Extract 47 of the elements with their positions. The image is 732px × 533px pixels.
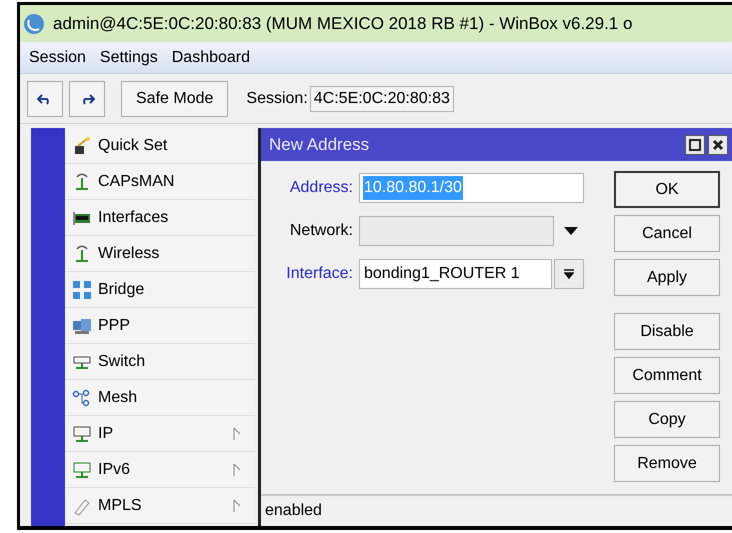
wand-icon — [72, 136, 92, 156]
dialog-button[interactable]: Cancel — [614, 215, 720, 252]
sidebar-item[interactable]: Bridge — [65, 272, 255, 308]
dropdown-button[interactable] — [554, 259, 584, 289]
network-plug-icon — [72, 460, 92, 480]
safe-mode-button[interactable]: Safe Mode — [121, 80, 228, 116]
undo-button[interactable] — [27, 80, 63, 116]
dialog-button[interactable]: Remove — [614, 445, 720, 482]
menu-item[interactable]: Dashboard — [166, 46, 256, 70]
menu-item[interactable]: Settings — [94, 46, 163, 70]
sidebar-item[interactable]: CAPsMAN — [65, 164, 255, 200]
app-icon — [23, 12, 45, 34]
sidebar-item[interactable]: Interfaces — [65, 200, 255, 236]
menu-item[interactable]: Session — [24, 46, 91, 70]
interface-field[interactable]: bonding1_ROUTER 1 — [359, 259, 552, 289]
arrows-icon — [72, 280, 92, 300]
nodes-icon — [72, 388, 92, 408]
sidebar-item[interactable]: Switch — [65, 344, 255, 380]
field-label: Address: — [288, 178, 354, 198]
network-field[interactable] — [359, 216, 554, 246]
close-icon — [712, 138, 724, 150]
status-text: enabled — [265, 501, 322, 521]
session-label: Session: — [246, 88, 308, 108]
dialog-button[interactable]: Disable — [614, 313, 720, 350]
window-title: admin@4C:5E:0C:20:80:83 (MUM MEXICO 2018 RB #1) - WinBox v6.29.1 o — [53, 12, 632, 35]
dialog-button[interactable]: Apply — [614, 259, 720, 296]
sidebar-item[interactable]: Wireless — [65, 236, 255, 272]
sidebar-item[interactable]: IPv6 — [65, 452, 255, 488]
network-plug-icon — [72, 424, 92, 444]
sidebar-item[interactable]: IP — [65, 416, 255, 452]
field-label: Network: — [288, 221, 354, 241]
dialog-button[interactable]: OK — [614, 171, 720, 208]
sidebar-item[interactable]: MPLS — [65, 488, 255, 524]
maximize-button[interactable] — [685, 134, 705, 154]
field-label: Interface: — [285, 264, 354, 284]
dialog-title: New Address — [269, 134, 370, 156]
sidebar-item[interactable]: Quick Set — [65, 128, 255, 164]
dialog-button[interactable]: Copy — [614, 401, 720, 438]
redo-button[interactable] — [69, 80, 105, 116]
close-button[interactable] — [708, 134, 728, 154]
dropdown-arrow-icon — [564, 227, 578, 235]
session-field[interactable]: 4C:5E:0C:20:80:83 — [310, 86, 454, 112]
maximize-icon — [689, 138, 701, 150]
sidebar-item[interactable]: Mesh — [65, 380, 255, 416]
dialog-button[interactable]: Comment — [614, 357, 720, 394]
dropdown-arrow-icon — [564, 269, 574, 279]
sidebar-item[interactable]: PPP — [65, 308, 255, 344]
